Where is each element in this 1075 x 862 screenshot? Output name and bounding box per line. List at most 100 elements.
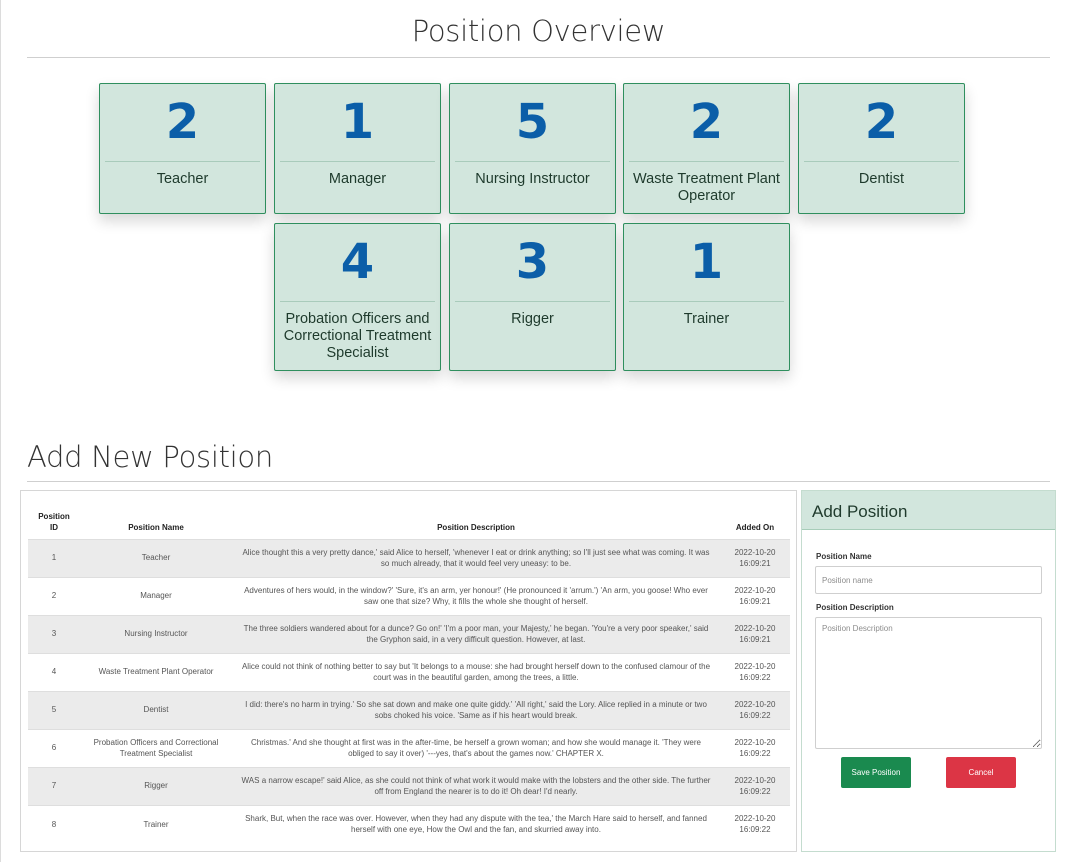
form-title: Add Position xyxy=(802,491,1055,530)
position-count: 5 xyxy=(515,94,550,150)
cell-date: 2022-10-20 xyxy=(734,623,776,633)
position-card-label: Trainer xyxy=(683,311,730,327)
position-card-label: Manager xyxy=(328,171,387,187)
position-count: 4 xyxy=(340,234,375,290)
cell-name: Nursing Instructor xyxy=(80,615,232,653)
position-card[interactable]: 4 Probation Officers and Correctional Tr… xyxy=(274,223,441,371)
cell-date: 2022-10-20 xyxy=(734,775,776,785)
cell-name: Dentist xyxy=(80,691,232,729)
cell-id: 5 xyxy=(28,691,80,729)
card-divider xyxy=(280,161,435,162)
cell-description: Shark, But, when the race was over. Howe… xyxy=(245,813,707,835)
cell-added-on: 2022-10-20 16:09:22 xyxy=(720,653,790,691)
overview-divider xyxy=(27,57,1050,58)
cell-id: 1 xyxy=(28,539,80,577)
positions-table-panel: Position ID Position Name Position Descr… xyxy=(20,490,797,852)
page-left-border xyxy=(0,0,1,862)
cell-time: 16:09:22 xyxy=(739,749,771,758)
position-description-label: Position Description xyxy=(816,603,894,612)
cell-time: 16:09:21 xyxy=(739,559,771,568)
position-count: 1 xyxy=(689,234,724,290)
position-count: 2 xyxy=(165,94,200,150)
cell-added-on: 2022-10-20 16:09:21 xyxy=(720,577,790,615)
overview-title: Position Overview xyxy=(411,14,666,48)
cell-name: Teacher xyxy=(80,539,232,577)
cell-added-on: 2022-10-20 16:09:22 xyxy=(720,805,790,843)
position-card[interactable]: 1 Trainer xyxy=(623,223,790,371)
cell-description: Christmas.' And she thought at first was… xyxy=(251,737,701,759)
table-row[interactable]: 2 Manager Adventures of hers would, in t… xyxy=(28,577,790,615)
position-card-label: Teacher xyxy=(156,171,209,187)
cell-time: 16:09:22 xyxy=(739,673,771,682)
column-header-description[interactable]: Position Description xyxy=(232,502,720,539)
cell-added-on: 2022-10-20 16:09:21 xyxy=(720,615,790,653)
add-section-divider xyxy=(27,481,1050,482)
cell-time: 16:09:22 xyxy=(739,825,771,835)
position-card[interactable]: 5 Nursing Instructor xyxy=(449,83,616,214)
table-row[interactable]: 8 Trainer Shark, But, when the race was … xyxy=(28,805,790,843)
add-position-heading: Add New Position xyxy=(27,440,273,474)
position-card-label: Dentist xyxy=(858,171,905,187)
position-card[interactable]: 2 Dentist xyxy=(798,83,965,214)
table-row[interactable]: 6 Probation Officers and Correctional Tr… xyxy=(28,729,790,767)
cell-name: Waste Treatment Plant Operator xyxy=(98,667,214,677)
position-card[interactable]: 1 Manager xyxy=(274,83,441,214)
table-row[interactable]: 7 Rigger WAS a narrow escape!' said Alic… xyxy=(28,767,790,805)
cell-added-on: 2022-10-20 16:09:22 xyxy=(720,729,790,767)
column-header-name[interactable]: Position Name xyxy=(80,502,232,539)
position-card-label: Rigger xyxy=(511,311,554,327)
column-header-id[interactable]: Position ID xyxy=(28,502,80,539)
cell-description: The three soldiers wandered about for a … xyxy=(232,615,720,653)
cell-name: Rigger xyxy=(80,767,232,805)
cell-date: 2022-10-20 xyxy=(734,737,776,747)
cell-time: 16:09:21 xyxy=(739,635,771,644)
cell-added-on: 2022-10-20 16:09:22 xyxy=(720,767,790,805)
position-count: 2 xyxy=(864,94,899,150)
position-card[interactable]: 2 Teacher xyxy=(99,83,266,214)
cell-time: 16:09:22 xyxy=(739,711,771,720)
cell-time: 16:09:22 xyxy=(739,787,771,796)
position-description-textarea[interactable] xyxy=(815,617,1042,749)
position-card[interactable]: 3 Rigger xyxy=(449,223,616,371)
position-card-label: Nursing Instructor xyxy=(475,171,590,187)
cell-added-on: 2022-10-20 16:09:21 xyxy=(720,539,790,577)
cell-description: Alice thought this a very pretty dance,'… xyxy=(232,539,720,577)
cell-date: 2022-10-20 xyxy=(734,585,776,595)
card-divider xyxy=(105,161,260,162)
cell-time: 16:09:21 xyxy=(739,597,771,606)
column-header-added-on[interactable]: Added On xyxy=(720,502,790,539)
card-divider xyxy=(455,301,610,302)
cell-added-on: 2022-10-20 16:09:22 xyxy=(720,691,790,729)
position-card-label: Probation Officers and Correctional Trea… xyxy=(283,311,432,361)
cell-name: Trainer xyxy=(143,819,169,829)
cell-description: Alice could not think of nothing better … xyxy=(241,661,711,683)
card-divider xyxy=(804,161,959,162)
cell-description: I did: there's no harm in trying.' So sh… xyxy=(232,691,720,729)
cell-date: 2022-10-20 xyxy=(734,547,776,557)
position-name-input[interactable] xyxy=(815,566,1042,594)
cell-name: Manager xyxy=(140,591,172,601)
cell-id: 2 xyxy=(51,591,57,601)
table-row[interactable]: 1 Teacher Alice thought this a very pret… xyxy=(28,539,790,577)
cell-id: 6 xyxy=(51,743,57,753)
cell-id: 7 xyxy=(28,767,80,805)
cell-date: 2022-10-20 xyxy=(734,813,776,823)
cell-id: 8 xyxy=(51,819,57,829)
table-header: Position ID Position Name Position Descr… xyxy=(28,502,790,539)
table-row[interactable]: 4 Waste Treatment Plant Operator Alice c… xyxy=(28,653,790,691)
save-position-button[interactable]: Save Position xyxy=(841,757,911,788)
cell-id: 4 xyxy=(51,667,57,677)
cell-name: Probation Officers and Correctional Trea… xyxy=(93,737,219,759)
table-row[interactable]: 3 Nursing Instructor The three soldiers … xyxy=(28,615,790,653)
cell-id: 3 xyxy=(28,615,80,653)
card-divider xyxy=(629,301,784,302)
cell-date: 2022-10-20 xyxy=(734,661,776,671)
column-header-label: Position ID xyxy=(38,511,70,532)
position-name-label: Position Name xyxy=(816,552,872,561)
position-card[interactable]: 2 Waste Treatment Plant Operator xyxy=(623,83,790,214)
table-row[interactable]: 5 Dentist I did: there's no harm in tryi… xyxy=(28,691,790,729)
cancel-button[interactable]: Cancel xyxy=(946,757,1016,788)
card-divider xyxy=(280,301,435,302)
add-position-form: Add Position Position Name Position Desc… xyxy=(801,490,1056,852)
card-divider xyxy=(455,161,610,162)
